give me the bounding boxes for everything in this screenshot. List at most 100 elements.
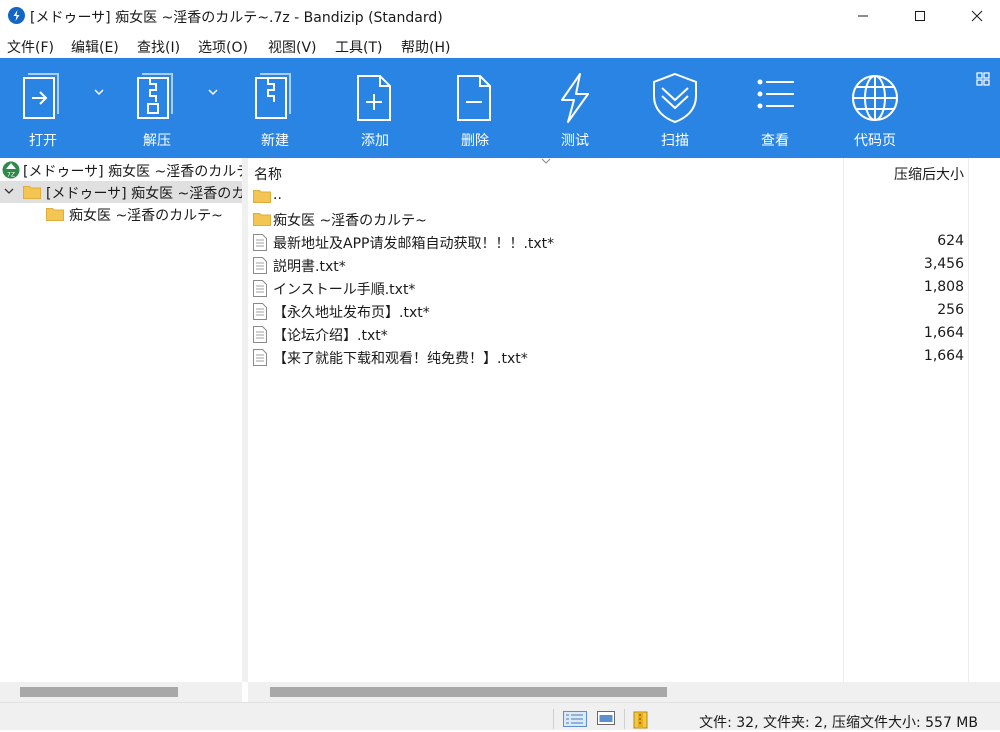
menu-edit[interactable]: 编辑(E): [71, 37, 119, 57]
archive-7z-icon: 7Z: [2, 161, 20, 179]
tree-item-subfolder[interactable]: 痴女医 ~淫香のカルテ~: [0, 203, 242, 225]
codepage-label: 代码页: [854, 133, 896, 149]
text-file-icon: [253, 257, 267, 274]
tree-item-root-folder[interactable]: [メドゥーサ] 痴女医 ~淫香のカルテ~: [0, 181, 242, 203]
test-label: 测试: [561, 133, 589, 149]
file-size: 1,808: [923, 279, 964, 295]
folder-icon: [253, 213, 271, 226]
tree-item-label: [メドゥーサ] 痴女医 ~淫香のカルテ~: [46, 186, 242, 202]
list-item[interactable]: インストール手順.txt* 1,808: [248, 277, 1000, 300]
chevron-down-icon[interactable]: [4, 187, 14, 195]
menu-find[interactable]: 查找(I): [137, 37, 180, 57]
tree-item-archive[interactable]: 7Z [メドゥーサ] 痴女医 ~淫香のカルテ~.7z: [0, 159, 242, 181]
list-item[interactable]: 【来了就能下载和观看！纯免费！】.txt* 1,664: [248, 346, 1000, 369]
column-header: 名称 压缩后大小: [248, 158, 1000, 186]
extract-label: 解压: [143, 133, 171, 149]
menu-bar: 文件(F) 编辑(E) 查找(I) 选项(O) 视图(V) 工具(T) 帮助(H…: [0, 32, 1000, 58]
preview-view-icon[interactable]: [597, 711, 615, 725]
text-file-icon: [253, 349, 267, 366]
list-item[interactable]: 【论坛介绍】.txt* 1,664: [248, 323, 1000, 346]
add-button[interactable]: 添加: [332, 58, 418, 158]
scrollbar-thumb[interactable]: [20, 687, 178, 697]
file-name: ..: [273, 187, 282, 203]
folder-tree: 7Z [メドゥーサ] 痴女医 ~淫香のカルテ~.7z [メドゥーサ] 痴女医 ~…: [0, 158, 242, 682]
file-name: 【永久地址发布页】.txt*: [273, 305, 430, 321]
file-name: 【来了就能下载和观看！纯免费！】.txt*: [273, 351, 528, 367]
codepage-button[interactable]: 代码页: [832, 58, 918, 158]
file-name: インストール手順.txt*: [273, 282, 416, 298]
codepage-globe-icon: [852, 75, 898, 121]
list-item[interactable]: 最新地址及APP请发邮箱自动获取！！！.txt* 624: [248, 231, 1000, 254]
close-button[interactable]: [954, 0, 1000, 32]
file-size: 624: [937, 233, 964, 249]
status-summary: 文件: 32, 文件夹: 2, 压缩文件大小: 557 MB: [699, 715, 978, 731]
scan-button[interactable]: 扫描: [632, 58, 718, 158]
view-label: 查看: [761, 133, 789, 149]
list-item[interactable]: ..: [248, 185, 1000, 208]
list-item[interactable]: 【永久地址发布页】.txt* 256: [248, 300, 1000, 323]
tree-item-label: 痴女医 ~淫香のカルテ~: [69, 208, 223, 224]
maximize-button[interactable]: [897, 0, 943, 32]
menu-file[interactable]: 文件(F): [7, 37, 54, 57]
new-label: 新建: [261, 133, 289, 149]
open-dropdown-icon[interactable]: [94, 88, 104, 96]
open-file-icon: [23, 73, 59, 119]
layout-grid-icon[interactable]: [976, 72, 990, 86]
status-divider: [624, 709, 625, 729]
svg-text:7Z: 7Z: [7, 172, 15, 179]
test-lightning-icon: [561, 73, 589, 123]
extract-button[interactable]: 解压: [114, 58, 200, 158]
folder-icon: [46, 208, 64, 221]
text-file-icon: [253, 280, 267, 297]
extract-zip-icon: [137, 73, 173, 119]
tree-item-label: [メドゥーサ] 痴女医 ~淫香のカルテ~.7z: [23, 164, 242, 180]
scrollbar-thumb[interactable]: [270, 687, 667, 697]
column-header-name[interactable]: 名称: [254, 164, 282, 184]
folder-icon: [23, 186, 41, 199]
file-list: 名称 压缩后大小 .. 痴女医 ~淫香のカルテ~ 最新地址及APP请发邮箱自动获…: [248, 158, 1000, 682]
toolbar: 打开 解压 新建 添加 删除 测试 扫描 查看 代码页: [0, 58, 1000, 158]
open-button[interactable]: 打开: [0, 58, 86, 158]
archive-info-icon[interactable]: [633, 711, 651, 729]
list-item[interactable]: 痴女医 ~淫香のカルテ~: [248, 208, 1000, 231]
new-button[interactable]: 新建: [232, 58, 318, 158]
scan-label: 扫描: [661, 133, 689, 149]
status-divider: [553, 709, 554, 729]
new-archive-icon: [255, 73, 291, 119]
menu-options[interactable]: 选项(O): [198, 37, 248, 57]
file-size: 3,456: [923, 256, 964, 272]
file-name: 【论坛介绍】.txt*: [273, 328, 388, 344]
minimize-icon: [858, 15, 868, 17]
tree-horizontal-scrollbar[interactable]: [0, 682, 242, 702]
text-file-icon: [253, 326, 267, 343]
column-header-packed-size[interactable]: 压缩后大小: [894, 164, 964, 184]
minimize-button[interactable]: [840, 0, 886, 32]
menu-help[interactable]: 帮助(H): [401, 37, 450, 57]
file-size: 1,664: [923, 348, 964, 364]
details-view-icon[interactable]: [563, 711, 587, 727]
file-name: 説明書.txt*: [273, 259, 346, 275]
delete-file-icon: [457, 75, 491, 121]
list-horizontal-scrollbar[interactable]: [248, 682, 1000, 702]
add-file-icon: [357, 75, 391, 121]
view-button[interactable]: 查看: [732, 58, 818, 158]
delete-button[interactable]: 删除: [432, 58, 518, 158]
window-title: [メドゥーサ] 痴女医 ~淫香のカルテ~.7z - Bandizip (Stan…: [30, 10, 443, 26]
file-name: 痴女医 ~淫香のカルテ~: [273, 213, 427, 229]
title-bar: [メドゥーサ] 痴女医 ~淫香のカルテ~.7z - Bandizip (Stan…: [0, 0, 1000, 32]
file-size: 256: [937, 302, 964, 318]
text-file-icon: [253, 234, 267, 251]
test-button[interactable]: 测试: [532, 58, 618, 158]
text-file-icon: [253, 303, 267, 320]
folder-icon: [253, 190, 271, 203]
close-icon: [971, 10, 983, 22]
menu-tools[interactable]: 工具(T): [335, 37, 382, 57]
file-size: 1,664: [923, 325, 964, 341]
bandizip-logo-icon: [8, 7, 25, 24]
add-label: 添加: [361, 133, 389, 149]
menu-view[interactable]: 视图(V): [268, 37, 317, 57]
sort-arrow-icon: [541, 158, 551, 164]
list-item[interactable]: 説明書.txt* 3,456: [248, 254, 1000, 277]
open-label: 打开: [29, 133, 57, 149]
extract-dropdown-icon[interactable]: [208, 88, 218, 96]
